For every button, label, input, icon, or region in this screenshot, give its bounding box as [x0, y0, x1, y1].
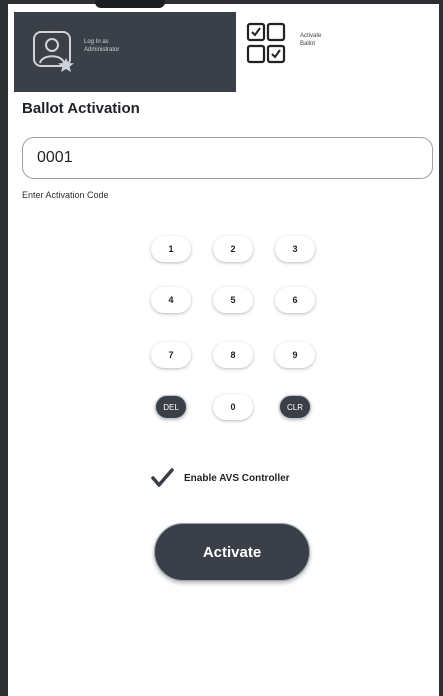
activate-tab-line1: Activate: [300, 33, 322, 39]
key-9[interactable]: 9: [275, 342, 315, 368]
key-3[interactable]: 3: [275, 236, 315, 262]
page-title: Ballot Activation: [22, 100, 140, 117]
avs-controller-label: Enable AVS Controller: [184, 472, 290, 484]
checkmark-icon[interactable]: [150, 466, 174, 490]
right-bezel: [439, 0, 443, 696]
left-bezel: [0, 0, 8, 696]
admin-login-tab[interactable]: Log In as Administrator: [14, 12, 236, 92]
key-1[interactable]: 1: [151, 236, 191, 262]
activate-button[interactable]: Activate: [154, 523, 310, 581]
key-0[interactable]: 0: [213, 394, 253, 420]
admin-tab-line1: Log In as: [84, 39, 109, 45]
key-5[interactable]: 5: [213, 287, 253, 313]
activate-tab-line2: Ballot: [300, 41, 316, 47]
ballot-grid-icon: [246, 22, 286, 64]
top-bezel: [0, 0, 443, 4]
activation-code-input[interactable]: [22, 137, 433, 179]
admin-tab-label: Log In as Administrator: [84, 38, 164, 54]
delete-key[interactable]: DEL: [155, 395, 187, 419]
avs-controller-checkbox[interactable]: Enable AVS Controller: [150, 466, 290, 490]
clear-key[interactable]: CLR: [279, 395, 311, 419]
key-4[interactable]: 4: [151, 287, 191, 313]
admin-tab-line2: Administrator: [84, 47, 120, 53]
app-frame: Log In as Administrator Activate Ballot …: [0, 0, 443, 696]
activate-tab-label: Activate Ballot: [300, 32, 360, 48]
key-8[interactable]: 8: [213, 342, 253, 368]
key-7[interactable]: 7: [151, 342, 191, 368]
key-2[interactable]: 2: [213, 236, 253, 262]
key-6[interactable]: 6: [275, 287, 315, 313]
admin-user-icon: [33, 31, 74, 72]
activation-code-label: Enter Activation Code: [22, 190, 109, 200]
device-notch: [95, 0, 165, 8]
numeric-keypad: 1 2 3 4 5 6 7 8 9 DEL 0 CLR: [148, 236, 318, 422]
activate-ballot-tab[interactable]: Activate Ballot: [236, 12, 439, 92]
